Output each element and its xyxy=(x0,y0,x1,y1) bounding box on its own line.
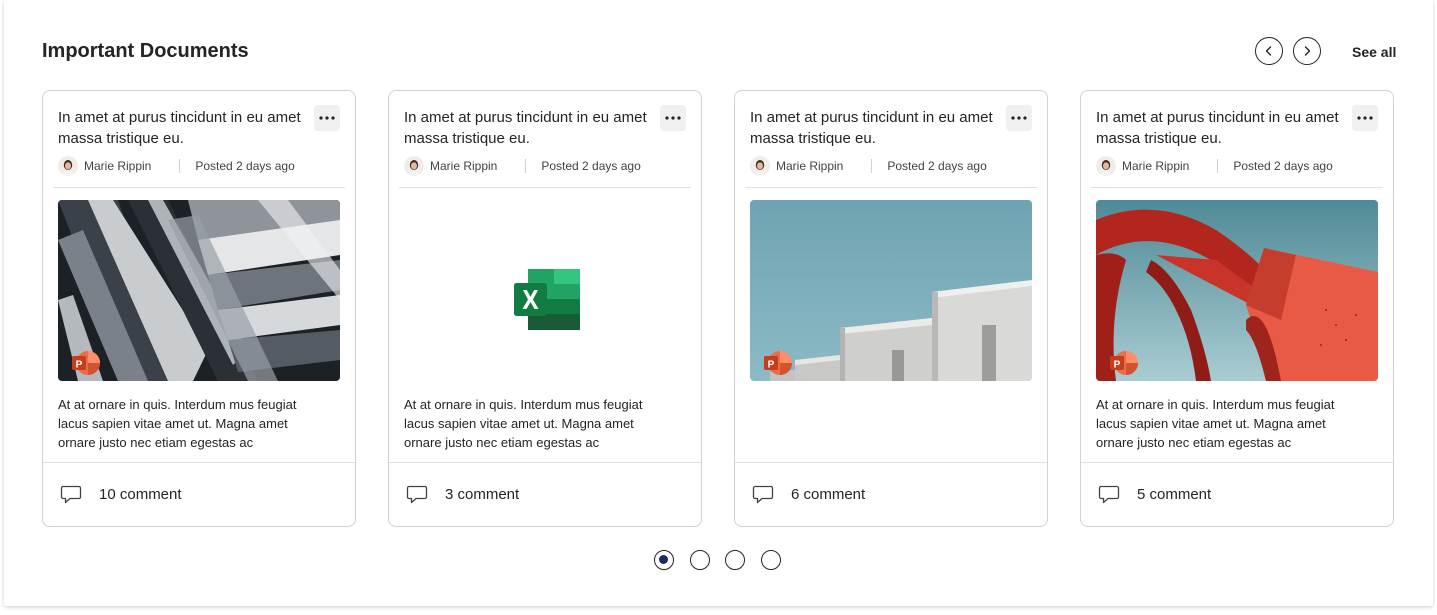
section-title: Important Documents xyxy=(42,40,249,62)
more-options-button[interactable] xyxy=(1006,105,1032,131)
see-all-link[interactable]: See all xyxy=(1352,44,1396,60)
more-icon xyxy=(665,116,681,120)
document-meta: Marie Rippin Posted 2 days ago xyxy=(1096,155,1333,177)
document-card[interactable]: In amet at purus tincidunt in eu amet ma… xyxy=(42,90,356,527)
meta-divider xyxy=(1217,159,1219,173)
document-thumbnail[interactable] xyxy=(404,200,686,381)
posted-time: Posted 2 days ago xyxy=(195,159,295,173)
carousel-pagination xyxy=(654,550,796,570)
meta-divider xyxy=(179,159,181,173)
footer-divider xyxy=(1081,462,1393,463)
more-icon xyxy=(319,116,335,120)
chevron-right-icon xyxy=(1304,46,1311,56)
divider xyxy=(399,187,691,188)
carousel-prev-button[interactable] xyxy=(1255,37,1283,65)
divider xyxy=(53,187,345,188)
document-meta: Marie Rippin Posted 2 days ago xyxy=(404,155,641,177)
comments-button[interactable]: 6 comment xyxy=(752,483,865,505)
comment-count: 10 comment xyxy=(99,485,182,503)
meta-divider xyxy=(525,159,527,173)
avatar xyxy=(404,156,424,176)
posted-time: Posted 2 days ago xyxy=(1233,159,1333,173)
chevron-left-icon xyxy=(1265,46,1272,56)
more-options-button[interactable] xyxy=(314,105,340,131)
comments-button[interactable]: 5 comment xyxy=(1098,483,1211,505)
footer-divider xyxy=(735,462,1047,463)
more-icon xyxy=(1357,116,1373,120)
author-name: Marie Rippin xyxy=(84,159,152,173)
comment-icon xyxy=(752,483,774,505)
page-dot-3[interactable] xyxy=(725,550,745,570)
avatar xyxy=(750,156,770,176)
document-title[interactable]: In amet at purus tincidunt in eu amet ma… xyxy=(404,107,649,149)
more-options-button[interactable] xyxy=(1352,105,1378,131)
powerpoint-icon xyxy=(763,350,793,376)
footer-divider xyxy=(43,462,355,463)
footer-divider xyxy=(389,462,701,463)
excel-file-preview xyxy=(404,200,686,381)
page-dot-1[interactable] xyxy=(654,550,674,570)
posted-time: Posted 2 days ago xyxy=(541,159,641,173)
posted-time: Posted 2 days ago xyxy=(887,159,987,173)
document-meta: Marie Rippin Posted 2 days ago xyxy=(58,155,295,177)
comment-icon xyxy=(406,483,428,505)
document-title[interactable]: In amet at purus tincidunt in eu amet ma… xyxy=(58,107,303,149)
document-card[interactable]: In amet at purus tincidunt in eu amet ma… xyxy=(388,90,702,527)
document-description: At at ornare in quis. Interdum mus feugi… xyxy=(404,397,643,450)
meta-divider xyxy=(871,159,873,173)
comments-button[interactable]: 10 comment xyxy=(60,483,182,505)
powerpoint-icon xyxy=(1109,350,1139,376)
document-description: At at ornare in quis. Interdum mus feugi… xyxy=(1096,397,1335,450)
document-thumbnail[interactable] xyxy=(58,200,340,381)
carousel-next-button[interactable] xyxy=(1293,37,1321,65)
powerpoint-icon xyxy=(71,350,101,376)
avatar xyxy=(58,156,78,176)
page-dot-4[interactable] xyxy=(760,550,781,570)
avatar xyxy=(1096,156,1116,176)
document-thumbnail[interactable] xyxy=(1096,200,1378,381)
comment-icon xyxy=(60,483,82,505)
comment-count: 6 comment xyxy=(791,485,866,503)
document-title[interactable]: In amet at purus tincidunt in eu amet ma… xyxy=(750,107,995,149)
document-thumbnail[interactable] xyxy=(750,200,1032,381)
document-title[interactable]: In amet at purus tincidunt in eu amet ma… xyxy=(1096,107,1341,149)
divider xyxy=(745,187,1037,188)
document-card[interactable]: In amet at purus tincidunt in eu amet ma… xyxy=(1080,90,1394,527)
document-card[interactable]: In amet at purus tincidunt in eu amet ma… xyxy=(734,90,1048,527)
divider xyxy=(1091,187,1383,188)
document-meta: Marie Rippin Posted 2 days ago xyxy=(750,155,987,177)
more-icon xyxy=(1011,116,1027,120)
page-dot-2[interactable] xyxy=(689,550,710,570)
comment-count: 5 comment xyxy=(1137,485,1212,503)
comment-count: 3 comment xyxy=(445,485,520,503)
comments-button[interactable]: 3 comment xyxy=(406,483,519,505)
author-name: Marie Rippin xyxy=(1122,159,1190,173)
document-description: At at ornare in quis. Interdum mus feugi… xyxy=(58,397,297,450)
author-name: Marie Rippin xyxy=(430,159,498,173)
more-options-button[interactable] xyxy=(660,105,686,131)
author-name: Marie Rippin xyxy=(776,159,844,173)
comment-icon xyxy=(1098,483,1120,505)
